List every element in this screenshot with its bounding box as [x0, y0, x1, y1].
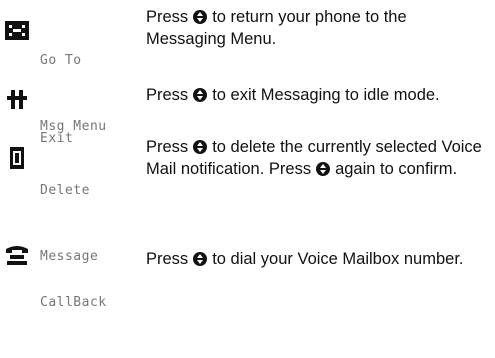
messaging-menu-icon [5, 21, 29, 40]
navigation-key-icon [193, 140, 208, 154]
item-go-to-msg-menu: Go To Msg Menu Press to return your phone… [0, 6, 495, 134]
navigation-key-icon [316, 162, 331, 176]
navigation-key-icon [193, 10, 208, 24]
navigation-key-icon [193, 88, 208, 102]
item-delete-message: Delete Message Press to delete the curren… [0, 136, 495, 264]
item-exit: Exit Press to exit Messaging to idle mode… [0, 84, 495, 146]
softkey-label: CallBack [40, 295, 107, 310]
item-description: Press to exit Messaging to idle mode. [146, 86, 440, 104]
item-description: Press to dial your Voice Mailbox number. [146, 250, 464, 268]
item-callback: CallBack Press to dial your Voice Mailbox… [0, 246, 495, 310]
exit-icon [7, 90, 27, 109]
trash-can-icon [10, 147, 24, 169]
navigation-key-icon [193, 252, 208, 266]
telephone-icon [6, 246, 28, 265]
item-description: Press to return your phone to the Messagi… [146, 8, 407, 48]
item-description: Press to delete the currently selected Vo… [146, 138, 482, 178]
